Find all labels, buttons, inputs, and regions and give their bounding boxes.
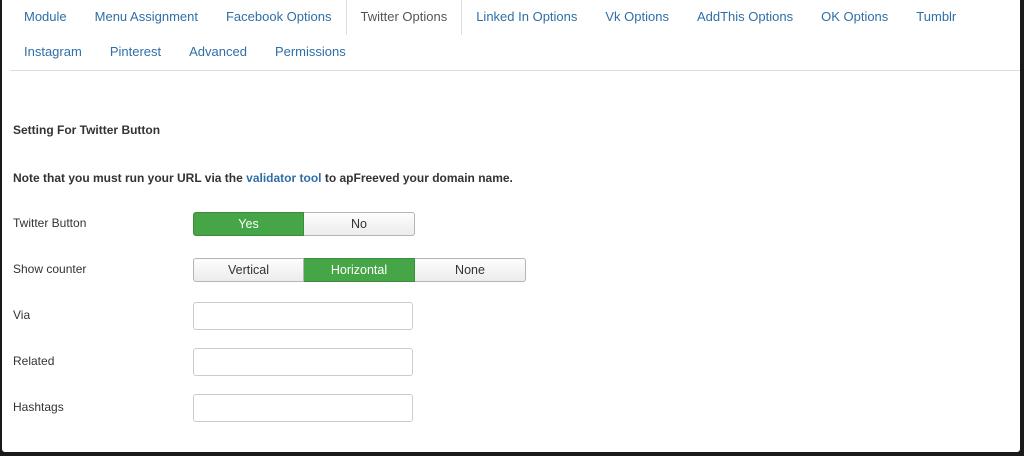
tab-module[interactable]: Module (10, 0, 81, 34)
tab-advanced[interactable]: Advanced (175, 35, 261, 69)
twitter-button-yes[interactable]: Yes (193, 212, 304, 236)
validator-note: Note that you must run your URL via the … (13, 171, 513, 185)
via-input[interactable] (193, 302, 413, 330)
section-heading: Setting For Twitter Button (13, 123, 161, 137)
show-counter-label: Show counter (13, 262, 87, 276)
hashtags-input[interactable] (193, 394, 413, 422)
tab-linked-in-options[interactable]: Linked In Options (462, 0, 591, 34)
show-counter-horizontal[interactable]: Horizontal (304, 258, 415, 282)
tab-bar: Module Menu Assignment Facebook Options … (10, 0, 1020, 71)
show-counter-none[interactable]: None (415, 258, 526, 282)
show-counter-toggle: Vertical Horizontal None (193, 258, 526, 282)
tab-facebook-options[interactable]: Facebook Options (212, 0, 346, 34)
tab-twitter-options[interactable]: Twitter Options (345, 0, 463, 35)
tab-menu-assignment[interactable]: Menu Assignment (81, 0, 212, 34)
twitter-button-label: Twitter Button (13, 216, 87, 230)
note-prefix: Note that you must run your URL via the (13, 171, 243, 185)
tab-row-2: Instagram Pinterest Advanced Permissions (10, 35, 360, 69)
tab-addthis-options[interactable]: AddThis Options (683, 0, 807, 34)
tab-row-1: Module Menu Assignment Facebook Options … (10, 0, 970, 35)
tab-tumblr[interactable]: Tumblr (902, 0, 970, 34)
twitter-button-no[interactable]: No (304, 212, 415, 236)
via-label: Via (13, 308, 31, 322)
hashtags-label: Hashtags (13, 400, 64, 414)
settings-panel: Module Menu Assignment Facebook Options … (2, 0, 1020, 452)
tab-pinterest[interactable]: Pinterest (96, 35, 175, 69)
tab-permissions[interactable]: Permissions (261, 35, 360, 69)
twitter-button-toggle: Yes No (193, 212, 415, 236)
tab-vk-options[interactable]: Vk Options (591, 0, 683, 34)
note-suffix: to apFreeved your domain name. (324, 171, 513, 185)
related-input[interactable] (193, 348, 413, 376)
related-label: Related (13, 354, 55, 368)
validator-tool-link[interactable]: validator tool (246, 171, 321, 185)
tab-ok-options[interactable]: OK Options (807, 0, 902, 34)
tab-instagram[interactable]: Instagram (10, 35, 96, 69)
show-counter-vertical[interactable]: Vertical (193, 258, 304, 282)
